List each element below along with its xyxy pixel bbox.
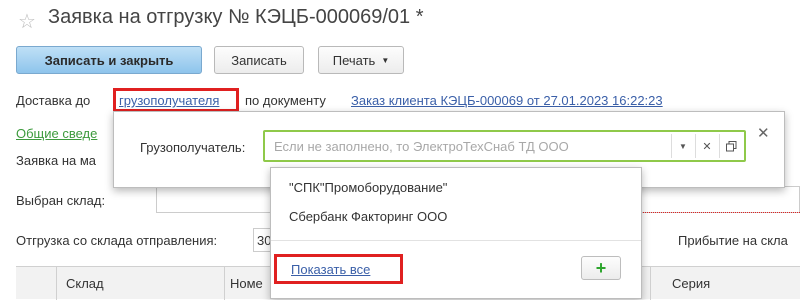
close-icon[interactable]: ✕ xyxy=(757,124,770,142)
column-header-number[interactable]: Номе xyxy=(230,276,263,291)
required-field-underline xyxy=(640,212,800,213)
open-form-icon[interactable] xyxy=(719,134,742,158)
order-document-link[interactable]: Заказ клиента КЭЦБ-000069 от 27.01.2023 … xyxy=(351,93,663,108)
warehouse-selected-label: Выбран склад: xyxy=(16,193,106,208)
add-button[interactable]: + xyxy=(581,256,621,280)
consignee-placeholder: Если не заполнено, то ЭлектроТехСнаб ТД … xyxy=(274,139,569,154)
favorite-star-icon[interactable]: ☆ xyxy=(18,9,36,34)
consignee-dropdown: "СПК"Промоборудование" Сбербанк Факторин… xyxy=(270,167,642,299)
print-button[interactable]: Печать ▼ xyxy=(318,46,404,74)
print-button-label: Печать xyxy=(332,52,376,68)
column-header-series[interactable]: Серия xyxy=(672,276,710,291)
arrival-label: Прибытие на скла xyxy=(678,233,788,248)
delivery-prefix-label: Доставка до xyxy=(16,93,91,108)
column-divider xyxy=(650,267,651,300)
general-info-tab-link[interactable]: Общие сведе xyxy=(16,126,97,141)
column-divider xyxy=(56,267,57,300)
consignee-input[interactable]: Если не заполнено, то ЭлектроТехСнаб ТД … xyxy=(263,130,746,162)
dropdown-item[interactable]: "СПК"Промоборудование" xyxy=(289,180,447,195)
dropdown-item[interactable]: Сбербанк Факторинг ООО xyxy=(289,209,447,224)
highlight-frame-consignee xyxy=(113,88,239,112)
window-title: Заявка на отгрузку № КЭЦБ-000069/01 * xyxy=(48,6,424,28)
clear-icon[interactable]: ✕ xyxy=(695,134,718,158)
plus-icon: + xyxy=(595,257,607,278)
dropdown-arrow-icon[interactable]: ▼ xyxy=(671,134,694,158)
dropdown-divider xyxy=(271,240,641,241)
save-and-close-button[interactable]: Записать и закрыть xyxy=(16,46,202,74)
column-header-warehouse[interactable]: Склад xyxy=(66,276,104,291)
by-document-label: по документу xyxy=(245,93,326,108)
save-button[interactable]: Записать xyxy=(214,46,304,74)
column-divider xyxy=(224,267,225,300)
highlight-frame-show-all xyxy=(274,254,403,284)
ship-from-label: Отгрузка со склада отправления: xyxy=(16,233,218,248)
consignee-field-label: Грузополучатель: xyxy=(140,140,246,155)
request-label: Заявка на ма xyxy=(16,153,97,168)
chevron-down-icon: ▼ xyxy=(381,55,390,65)
